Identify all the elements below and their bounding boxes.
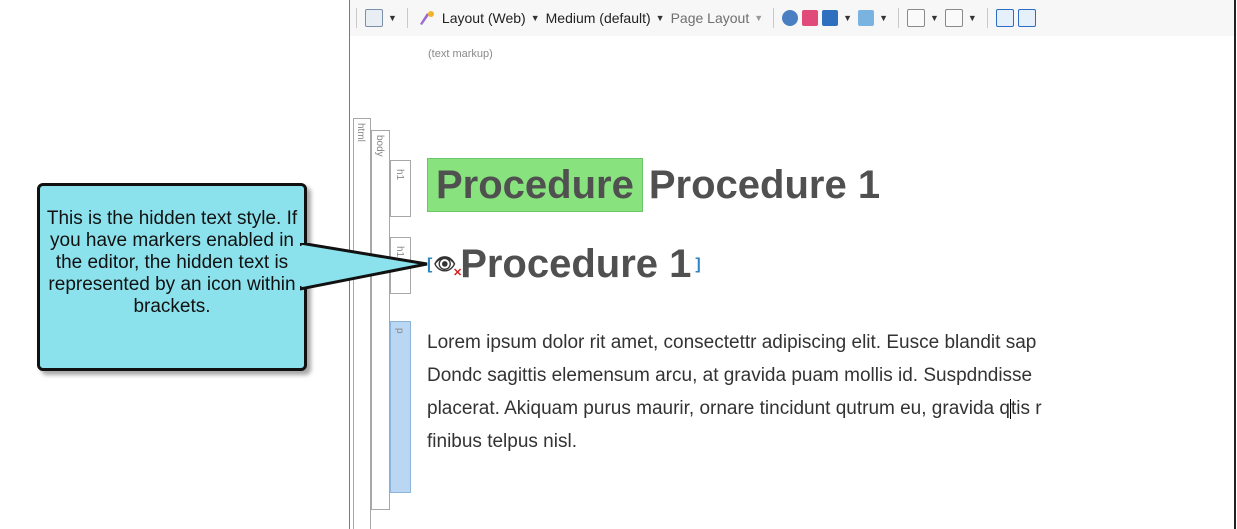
text-box-dropdown-arrow[interactable]: ▼ — [968, 13, 977, 23]
toolbar-separator — [406, 8, 408, 28]
hidden-eye-icon: 👁 ✕ — [433, 254, 463, 279]
hidden-class-highlight: Procedure — [427, 158, 643, 212]
structure-label-h1-a: h1 — [394, 169, 405, 181]
image-icon[interactable] — [822, 10, 839, 26]
structure-bar-html[interactable]: html — [353, 118, 371, 529]
paragraph-line: Dondc sagittis elemensum arcu, at gravid… — [427, 365, 1033, 386]
paragraph-line: finibus telpus nisl. — [427, 431, 577, 452]
toolbar-separator — [773, 8, 775, 28]
hidden-marker-close-bracket[interactable]: ] — [695, 256, 700, 274]
field-icon[interactable] — [906, 9, 925, 27]
paragraph[interactable]: Lorem ipsum dolor rit amet, consectettr … — [427, 326, 1234, 458]
attach-dropdown-arrow[interactable]: ▼ — [879, 13, 888, 23]
hidden-heading[interactable]: [ 👁 ✕ Procedure 1 ] — [427, 242, 701, 287]
print-preview-icon[interactable] — [802, 10, 819, 26]
layout-dropdown[interactable]: Layout (Web) — [442, 10, 526, 26]
text-markup-label: (text markup) — [428, 48, 493, 60]
zoom-dropdown-arrow[interactable]: ▼ — [388, 13, 397, 23]
heading-text: Procedure 1 — [648, 162, 881, 207]
text-format-icon[interactable] — [418, 10, 436, 26]
medium-dropdown-arrow[interactable]: ▼ — [656, 13, 665, 23]
toolbar-separator — [986, 8, 988, 28]
preview-icon[interactable] — [782, 10, 799, 26]
structure-label-body: body — [374, 135, 385, 157]
field-dropdown-arrow[interactable]: ▼ — [930, 13, 939, 23]
image-dropdown-arrow[interactable]: ▼ — [843, 13, 852, 23]
hidden-x-icon: ✕ — [452, 267, 463, 279]
medium-dropdown[interactable]: Medium (default) — [546, 10, 651, 26]
editor-toolbar: ▼ Layout (Web) ▼ Medium (default) ▼ Page… — [350, 0, 1234, 36]
info-icon[interactable] — [995, 9, 1014, 27]
text-box-icon[interactable] — [944, 9, 963, 27]
zoom-icon[interactable] — [365, 9, 383, 27]
paragraph-line-with-caret: placerat. Akiquam purus maurir, ornare t… — [427, 398, 1042, 419]
callout-pointer — [300, 243, 428, 291]
attach-icon[interactable] — [858, 10, 875, 26]
callout-text: This is the hidden text style. If you ha… — [46, 208, 298, 317]
layout-dropdown-arrow[interactable]: ▼ — [531, 13, 540, 23]
structure-label-p: p — [394, 328, 405, 334]
heading-1[interactable]: Procedure Procedure 1 — [427, 158, 880, 212]
structure-label-html: html — [355, 123, 366, 142]
toolbar-separator — [897, 8, 899, 28]
structure-bar-body[interactable]: body — [371, 130, 390, 510]
editor-frame: ▼ Layout (Web) ▼ Medium (default) ▼ Page… — [349, 0, 1236, 529]
hidden-heading-text: Procedure 1 — [460, 242, 692, 286]
toolbar-separator — [356, 8, 357, 28]
callout-box: This is the hidden text style. If you ha… — [37, 183, 307, 371]
page-layout-dropdown-arrow[interactable]: ▼ — [754, 13, 763, 23]
page-layout-dropdown[interactable]: Page Layout — [671, 10, 750, 26]
structure-bar-h1-a[interactable]: h1 — [390, 160, 411, 217]
info-icon[interactable] — [1017, 9, 1036, 27]
structure-bar-p[interactable]: p — [390, 321, 411, 493]
paragraph-line: Lorem ipsum dolor rit amet, consectettr … — [427, 332, 1037, 353]
